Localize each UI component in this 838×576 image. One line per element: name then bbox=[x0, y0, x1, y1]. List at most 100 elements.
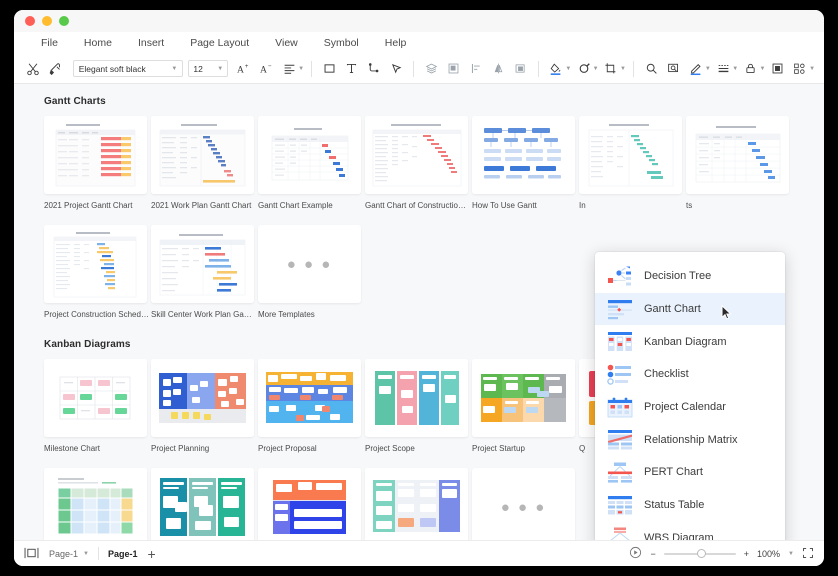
template-card[interactable]: Project Construction Schedule bbox=[44, 225, 151, 319]
template-thumbnail[interactable] bbox=[258, 468, 361, 540]
chevron-down-icon[interactable]: ▼ bbox=[705, 66, 711, 72]
maximize-button[interactable] bbox=[59, 16, 69, 26]
template-card[interactable]: Gantt Chart of Construction S... bbox=[365, 116, 472, 210]
template-thumbnail[interactable] bbox=[44, 116, 147, 194]
pointer-icon[interactable] bbox=[385, 57, 407, 81]
menu-item-insert[interactable]: Insert bbox=[125, 37, 177, 49]
template-card[interactable]: RICE Prioritization bbox=[44, 468, 151, 540]
chevron-down-icon[interactable]: ▼ bbox=[298, 66, 304, 72]
template-card[interactable]: Project Startup bbox=[472, 359, 579, 453]
template-thumbnail[interactable] bbox=[365, 359, 468, 437]
dropdown-item-kanban-diagram[interactable]: Kanban Diagram bbox=[595, 325, 785, 358]
template-card[interactable]: Work Plan bbox=[365, 468, 472, 540]
close-button[interactable] bbox=[25, 16, 35, 26]
page-tab-page-1[interactable]: Page-1 bbox=[108, 549, 138, 559]
template-thumbnail[interactable] bbox=[151, 225, 254, 303]
dropdown-item-gantt-chart[interactable]: Gantt Chart bbox=[595, 292, 785, 326]
template-card[interactable]: Milestone Chart bbox=[44, 359, 151, 453]
template-thumbnail[interactable] bbox=[258, 359, 361, 437]
template-thumbnail[interactable] bbox=[44, 225, 147, 303]
menu-item-symbol[interactable]: Symbol bbox=[311, 37, 372, 49]
line-style-icon[interactable] bbox=[712, 57, 734, 81]
line-color-icon[interactable] bbox=[572, 57, 594, 81]
template-card[interactable]: ts bbox=[686, 116, 793, 210]
crop-icon[interactable] bbox=[600, 57, 622, 81]
template-thumbnail[interactable] bbox=[579, 116, 682, 194]
template-thumbnail[interactable] bbox=[44, 359, 147, 437]
zoom-slider-handle[interactable] bbox=[696, 549, 706, 558]
frame-icon[interactable] bbox=[766, 57, 788, 81]
template-thumbnail[interactable] bbox=[151, 359, 254, 437]
increase-font-icon[interactable]: A + bbox=[233, 57, 255, 81]
fill-color-icon[interactable] bbox=[545, 57, 567, 81]
pen-icon[interactable] bbox=[685, 57, 707, 81]
arrange-icon[interactable] bbox=[510, 57, 532, 81]
zoom-level-value[interactable]: 100% bbox=[757, 549, 780, 559]
dropdown-item-status-table[interactable]: Status Table bbox=[595, 489, 785, 522]
dropdown-item-project-calendar[interactable]: Project Calendar bbox=[595, 391, 785, 424]
align-left-icon[interactable] bbox=[465, 57, 487, 81]
template-card[interactable]: Project Scope bbox=[365, 359, 472, 453]
template-thumbnail[interactable] bbox=[686, 116, 789, 194]
decrease-font-icon[interactable]: A − bbox=[255, 57, 277, 81]
menu-item-view[interactable]: View bbox=[262, 37, 311, 49]
template-card[interactable]: How To Use Gantt bbox=[472, 116, 579, 210]
page-view-icon[interactable] bbox=[24, 547, 39, 561]
template-thumbnail[interactable] bbox=[44, 468, 147, 540]
template-thumbnail[interactable] bbox=[151, 116, 254, 194]
template-thumbnail[interactable] bbox=[472, 116, 575, 194]
template-card[interactable]: ● ● ● More Templates bbox=[472, 468, 579, 540]
connector-icon[interactable] bbox=[363, 57, 385, 81]
chevron-down-icon[interactable]: ▼ bbox=[565, 66, 571, 72]
find-replace-icon[interactable] bbox=[662, 57, 684, 81]
template-thumbnail[interactable] bbox=[365, 116, 468, 194]
font-family-select[interactable]: Elegant soft black ▼ bbox=[72, 60, 184, 77]
presentation-icon[interactable] bbox=[629, 546, 642, 561]
dropdown-item-checklist[interactable]: Checklist bbox=[595, 358, 785, 391]
template-card[interactable]: Project Planning bbox=[151, 359, 258, 453]
zoom-in-button[interactable]: + bbox=[744, 549, 749, 559]
template-thumbnail-more[interactable]: ● ● ● bbox=[258, 225, 361, 303]
template-card[interactable]: 2021 Project Gantt Chart bbox=[44, 116, 151, 210]
flip-icon[interactable] bbox=[487, 57, 509, 81]
search-icon[interactable] bbox=[640, 57, 662, 81]
template-thumbnail[interactable] bbox=[151, 468, 254, 540]
dropdown-item-pert-chart[interactable]: PERT Chart bbox=[595, 456, 785, 489]
chevron-down-icon[interactable]: ▼ bbox=[620, 66, 626, 72]
zoom-slider[interactable] bbox=[663, 549, 736, 558]
chevron-down-icon[interactable]: ▼ bbox=[759, 66, 765, 72]
template-card[interactable]: ● ● ● More Templates bbox=[258, 225, 365, 319]
rectangle-icon[interactable] bbox=[318, 57, 340, 81]
fullscreen-icon[interactable] bbox=[802, 547, 814, 561]
menu-item-page-layout[interactable]: Page Layout bbox=[177, 37, 262, 49]
dropdown-item-relationship-matrix[interactable]: Relationship Matrix bbox=[595, 423, 785, 456]
group-icon[interactable] bbox=[443, 57, 465, 81]
chevron-down-icon[interactable]: ▼ bbox=[732, 66, 738, 72]
menu-item-help[interactable]: Help bbox=[372, 37, 420, 49]
menu-item-file[interactable]: File bbox=[28, 37, 71, 49]
template-card[interactable]: Project Proposal bbox=[258, 359, 365, 453]
page-selector[interactable]: Page-1 ▼ bbox=[49, 549, 89, 559]
chevron-down-icon[interactable]: ▼ bbox=[593, 66, 599, 72]
text-icon[interactable] bbox=[340, 57, 362, 81]
template-card[interactable]: 2021 Work Plan Gantt Chart bbox=[151, 116, 258, 210]
chevron-down-icon[interactable]: ▼ bbox=[788, 551, 794, 557]
cut-icon[interactable] bbox=[22, 57, 44, 81]
chevron-down-icon[interactable]: ▼ bbox=[809, 66, 815, 72]
layers-icon[interactable] bbox=[420, 57, 442, 81]
add-page-button[interactable]: + bbox=[148, 547, 156, 561]
dropdown-item-decision-tree[interactable]: Decision Tree bbox=[595, 260, 785, 293]
template-card[interactable]: Skill Center Work Plan Gantt ... bbox=[151, 225, 258, 319]
template-card[interactable]: User Interview bbox=[258, 468, 365, 540]
template-thumbnail[interactable] bbox=[258, 116, 361, 194]
template-card[interactable]: Gantt Chart Example bbox=[258, 116, 365, 210]
align-icon[interactable] bbox=[278, 57, 300, 81]
minimize-button[interactable] bbox=[42, 16, 52, 26]
font-size-select[interactable]: 12 ▼ bbox=[188, 60, 229, 77]
menu-item-home[interactable]: Home bbox=[71, 37, 125, 49]
lock-icon[interactable] bbox=[739, 57, 761, 81]
format-painter-icon[interactable] bbox=[44, 57, 66, 81]
template-thumbnail[interactable] bbox=[472, 359, 575, 437]
shape-options-icon[interactable] bbox=[789, 57, 811, 81]
template-thumbnail[interactable] bbox=[365, 468, 468, 540]
